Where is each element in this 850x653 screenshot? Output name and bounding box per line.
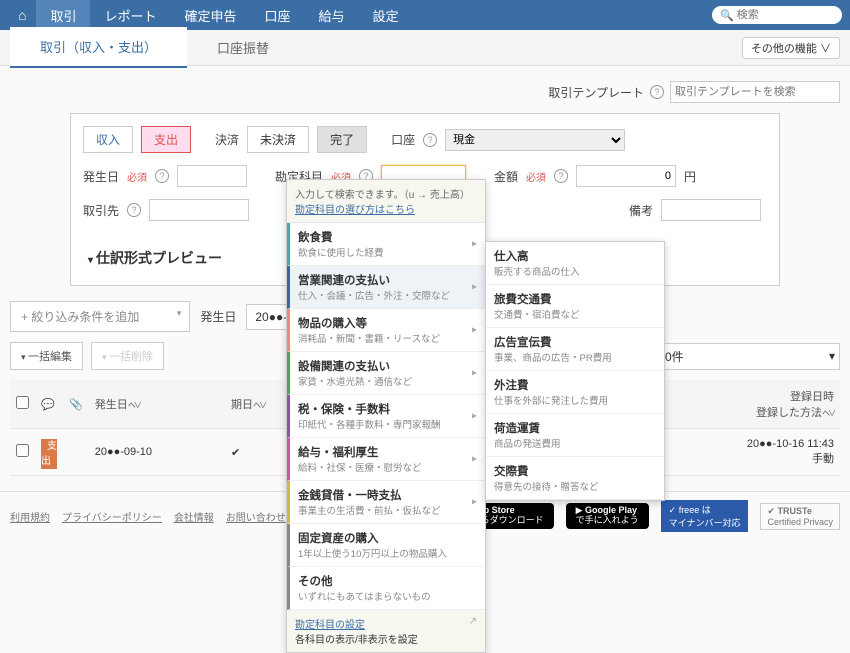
chevron-right-icon: ▸ [472,325,477,336]
dropdown-item[interactable]: その他いずれにもあてはまらないもの [287,567,485,610]
nav-payroll[interactable]: 給与 [305,0,359,32]
yen-label: 円 [684,168,696,185]
tab-transfer[interactable]: 口座振替 [187,28,299,67]
dropdown-item[interactable]: 飲食費飲食に使用した経費▸ [287,223,485,266]
footer-link[interactable]: お問い合わせ [226,509,286,524]
dropdown-item[interactable]: 物品の購入等消耗品・新聞・書籍・リースなど▸ [287,309,485,352]
chevron-right-icon: ▸ [472,282,477,293]
dropdown-footer: 勘定科目の設定 ↗ 各科目の表示/非表示を設定 [287,610,485,652]
help-icon[interactable]: ? [423,133,437,147]
truste-badge[interactable]: ✔ TRUSTeCertified Privacy [760,503,840,530]
subject-settings-link[interactable]: 勘定科目の設定 [295,620,365,631]
select-all-checkbox[interactable] [16,396,29,409]
chevron-right-icon: ▸ [472,454,477,465]
col-reg[interactable]: 登録日時登録した方法 [645,380,840,429]
other-operations-button[interactable]: その他の機能 ∨ [742,37,840,59]
help-icon[interactable]: ? [554,169,568,183]
chevron-right-icon: ▸ [472,368,477,379]
submenu-item[interactable]: 旅費交通費交通費・宿泊費など [486,285,664,328]
required-badge: 必須 [526,169,546,184]
submenu-item[interactable]: 仕入高販売する商品の仕入 [486,242,664,285]
template-label: 取引テンプレート [548,84,644,101]
expense-badge: 支出 [41,439,57,469]
date-input[interactable] [177,165,247,187]
bulk-delete-button[interactable]: 一括削除 [91,342,164,370]
chevron-down-icon: ▾ [829,349,835,363]
home-icon[interactable]: ⌂ [8,7,36,23]
footer-link[interactable]: 利用規約 [10,509,50,524]
chevron-right-icon: ▸ [472,411,477,422]
note-input[interactable] [661,199,761,221]
dropdown-item[interactable]: 営業関連の支払い仕入・会議・広告・外注・交際など▸ [287,266,485,309]
transaction-form: 収入 支出 決済 未決済 完了 口座 ? 現金 発生日 必須 ? 勘定科目 必須… [70,113,780,286]
dropdown-item[interactable]: 設備関連の支払い家賃・水道光熱・通信など▸ [287,352,485,395]
help-icon[interactable]: ? [127,203,141,217]
top-navbar: ⌂ 取引 レポート 確定申告 口座 給与 設定 🔍 [0,0,850,30]
settlement-label: 決済 [215,131,239,148]
subject-help-link[interactable]: 勘定科目の選び方はこちら [295,205,415,216]
col-attach[interactable]: 📎 [63,380,89,429]
dropdown-item[interactable]: 金銭貸借・一時支払事業主の生活費・前払・仮払など▸ [287,481,485,524]
submenu-item[interactable]: 広告宣伝費事業、商品の広告・PR費用 [486,328,664,371]
external-icon: ↗ [469,616,477,627]
add-filter-button[interactable]: + 絞り込み条件を追加 [10,301,190,332]
done-button[interactable]: 完了 [317,126,367,153]
tab-income-expense[interactable]: 取引（収入・支出） [10,27,187,68]
date-label: 発生日 [83,168,119,185]
expense-button[interactable]: 支出 [141,126,191,153]
partner-label: 取引先 [83,202,119,219]
help-icon[interactable]: ? [650,85,664,99]
unsettled-button[interactable]: 未決済 [247,126,309,153]
col-date[interactable]: 発生日 [89,380,225,429]
googleplay-badge[interactable]: ▶ Google Playで手に入れよう [566,503,649,529]
amount-label: 金額 [494,168,518,185]
submenu-item[interactable]: 交際費得意先の接待・贈答など [486,457,664,500]
subject-dropdown: 入力して検索できます。（u → 売上高） 勘定科目の選び方はこちら 飲食費飲食に… [286,179,486,653]
col-comment[interactable]: 💬 [35,380,63,429]
row-checkbox[interactable] [16,444,29,457]
amount-input[interactable] [576,165,676,187]
submenu-item[interactable]: 外注費仕事を外部に発注した費用 [486,371,664,414]
mynumber-badge[interactable]: ✓ freee はマイナンバー対応 [661,500,749,532]
help-icon[interactable]: ? [155,169,169,183]
nav-settings[interactable]: 設定 [359,0,413,32]
search-icon: 🔍 [720,9,734,22]
nav-accounts[interactable]: 口座 [251,0,305,32]
chevron-right-icon: ▸ [472,497,477,508]
bulk-edit-button[interactable]: 一括編集 [10,342,83,370]
account-label: 口座 [391,131,415,148]
sub-tabs: 取引（収入・支出） 口座振替 その他の機能 ∨ [0,30,850,66]
note-label: 備考 [629,202,653,219]
chevron-right-icon: ▸ [472,239,477,250]
check-icon: ✔ [231,447,240,459]
partner-input[interactable] [149,199,249,221]
footer-link[interactable]: プライバシーポリシー [62,509,162,524]
dropdown-item[interactable]: 給与・福利厚生給料・社保・医療・慰労など▸ [287,438,485,481]
footer-link[interactable]: 会社情報 [174,509,214,524]
account-select[interactable]: 現金 [445,129,625,151]
dropdown-tip: 入力して検索できます。（u → 売上高） 勘定科目の選び方はこちら [287,180,485,223]
submenu-item[interactable]: 荷造運賃商品の発送費用 [486,414,664,457]
per-page-select[interactable]: 0件▾ [660,343,840,370]
template-search-input[interactable] [670,81,840,103]
filter-date-label: 発生日 [200,308,236,325]
search-input[interactable] [737,9,837,21]
required-badge: 必須 [127,169,147,184]
income-button[interactable]: 収入 [83,126,133,153]
global-search[interactable]: 🔍 [712,6,842,24]
dropdown-item[interactable]: 税・保険・手数料印紙代・各種手数料・専門家報酬▸ [287,395,485,438]
subject-submenu: 仕入高販売する商品の仕入旅費交通費交通費・宿泊費など広告宣伝費事業、商品の広告・… [485,241,665,501]
